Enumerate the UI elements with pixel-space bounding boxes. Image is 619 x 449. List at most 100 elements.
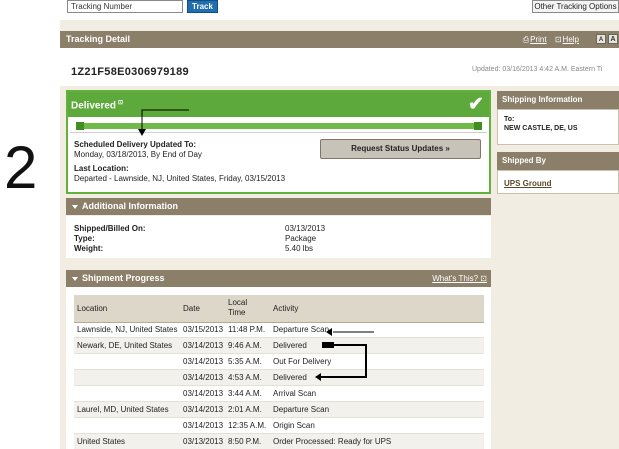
cell-local-time: 3:44 A.M. <box>225 385 270 402</box>
divider <box>70 132 487 133</box>
table-row: United States 03/13/2013 8:50 P.M. Order Pr… <box>74 433 484 449</box>
whats-this-label: What's This? <box>432 274 479 283</box>
delivered-status-title: Delivered ⊡ <box>71 99 123 111</box>
check-icon: ✔ <box>468 94 484 115</box>
cell-date: 03/14/2013 <box>180 337 225 355</box>
header-links: ⎙Print ⊡Help <box>519 31 579 48</box>
shipment-progress-header[interactable]: Shipment Progress What's This? ⊡ <box>66 270 491 287</box>
table-row: Lawnside, NJ, United States 03/15/2013 11:… <box>74 322 484 339</box>
column-header-date: Date <box>180 295 225 323</box>
other-tracking-options-button[interactable]: Other Tracking Options <box>532 0 619 13</box>
print-link[interactable]: Print <box>530 35 546 44</box>
shipped-by-header: Shipped By <box>497 152 619 170</box>
shipment-progress-title: Shipment Progress <box>82 273 165 283</box>
additional-information-header[interactable]: Additional Information <box>66 198 491 215</box>
column-header-activity: Activity <box>270 295 484 323</box>
progress-start-marker <box>76 122 84 130</box>
scheduled-delivery-label: Scheduled Delivery Updated To: <box>74 140 197 149</box>
weight-label: Weight: <box>74 244 104 253</box>
cell-date: 03/15/2013 <box>180 322 225 339</box>
cell-location <box>74 417 180 434</box>
cell-local-time: 9:46 A.M. <box>225 337 270 355</box>
shipment-progress-panel: Location Date Local Time Activity Lawnsi… <box>66 287 491 449</box>
cell-date: 03/14/2013 <box>180 401 225 418</box>
cell-date: 03/14/2013 <box>180 417 225 434</box>
cell-local-time: 12:35 A.M. <box>225 417 270 434</box>
tracking-detail-header: Tracking Detail ⎙Print ⊡Help A A <box>60 31 619 48</box>
cell-activity: Departure Scan <box>270 401 484 418</box>
cell-activity: Out For Delivery <box>270 353 484 371</box>
shipment-progress-rows: Lawnside, NJ, United States 03/15/2013 11:… <box>74 322 484 449</box>
cell-activity: Delivered <box>270 369 484 387</box>
cell-activity: Origin Scan <box>270 417 484 434</box>
column-header-local-time: Local Time <box>225 295 270 323</box>
cell-location: United States <box>74 433 180 449</box>
table-row: Laurel, MD, United States 03/14/2013 2:01 … <box>74 401 484 418</box>
updated-timestamp: Updated: 03/16/2013 4:42 A.M. Eastern Ti <box>472 66 603 73</box>
collapse-triangle-icon <box>72 276 78 281</box>
cell-local-time: 11:48 P.M. <box>225 322 270 339</box>
cell-activity: Arrival Scan <box>270 385 484 402</box>
weight-value: 5.40 lbs <box>285 244 314 253</box>
cell-local-time: 5:35 A.M. <box>225 353 270 371</box>
cell-date: 03/14/2013 <box>180 385 225 402</box>
shipment-progress-table: Location Date Local Time Activity Lawnsi… <box>74 295 484 449</box>
scheduled-delivery-value: Monday, 03/18/2013, By End of Day <box>74 150 202 159</box>
delivered-status-bar: Delivered ⊡ ✔ <box>68 92 489 117</box>
table-row: 03/14/2013 3:44 A.M. Arrival Scan <box>74 385 484 402</box>
last-location-label: Last Location: <box>74 164 129 173</box>
cell-location: Newark, DE, United States <box>74 337 180 355</box>
text-size-large-button[interactable]: A <box>608 34 618 44</box>
type-value: Package <box>285 234 317 243</box>
print-icon: ⎙ <box>522 35 530 44</box>
last-location-value: Departed - Lawnside, NJ, United States, … <box>74 174 286 183</box>
info-icon[interactable]: ⊡ <box>118 100 123 106</box>
shipped-billed-value: 03/13/2013 <box>285 224 326 233</box>
cell-local-time: 4:53 A.M. <box>225 369 270 387</box>
ship-to-address: NEW CASTLE, DE, US <box>504 125 578 132</box>
table-header-row: Location Date Local Time Activity <box>74 295 484 323</box>
cell-activity: Order Processed: Ready for UPS <box>270 433 484 449</box>
cell-local-time: 2:01 A.M. <box>225 401 270 418</box>
ship-to-label: To: <box>504 116 515 123</box>
table-row: 03/14/2013 4:53 A.M. Delivered <box>74 369 484 387</box>
cell-date: 03/13/2013 <box>180 433 225 449</box>
cell-activity: Delivered <box>270 337 484 355</box>
text-size-small-button[interactable]: A <box>596 34 606 44</box>
tracking-number-input[interactable] <box>67 0 183 13</box>
tracking-detail-title: Tracking Detail <box>66 34 131 44</box>
cell-location <box>74 385 180 402</box>
table-row: 03/14/2013 5:35 A.M. Out For Delivery <box>74 353 484 371</box>
cell-location <box>74 369 180 387</box>
cell-location <box>74 353 180 371</box>
request-status-updates-button[interactable]: Request Status Updates » <box>320 139 481 159</box>
table-row: Newark, DE, United States 03/14/2013 9:46 … <box>74 337 484 355</box>
progress-end-marker <box>474 122 482 130</box>
annotation-number: 2 <box>4 134 38 201</box>
top-bar: Track Other Tracking Options <box>0 0 619 16</box>
cell-location: Lawnside, NJ, United States <box>74 322 180 339</box>
tracking-number: 1Z21F58E0306979189 <box>71 66 189 78</box>
shipped-by-link[interactable]: UPS Ground <box>504 179 552 188</box>
help-icon: ⊡ <box>554 35 562 44</box>
local-time-label: Local Time <box>228 298 248 318</box>
delivery-progress-bar <box>76 123 482 129</box>
delivered-label: Delivered <box>71 100 117 112</box>
additional-information-panel: Shipped/Billed On: 03/13/2013 Type: Pack… <box>66 216 491 258</box>
cell-date: 03/14/2013 <box>180 369 225 387</box>
additional-information-title: Additional Information <box>82 201 178 211</box>
collapse-triangle-icon <box>72 204 78 209</box>
table-row: 03/14/2013 12:35 A.M. Origin Scan <box>74 417 484 434</box>
help-link[interactable]: Help <box>563 35 579 44</box>
type-label: Type: <box>74 234 95 243</box>
cell-date: 03/14/2013 <box>180 353 225 371</box>
shipping-information-header: Shipping Information <box>497 91 619 109</box>
cell-location: Laurel, MD, United States <box>74 401 180 418</box>
column-header-location: Location <box>74 295 180 323</box>
shipped-by-panel: UPS Ground <box>497 170 619 194</box>
cell-local-time: 8:50 P.M. <box>225 433 270 449</box>
shipped-billed-label: Shipped/Billed On: <box>74 224 146 233</box>
track-button[interactable]: Track <box>187 0 218 13</box>
whats-this-link[interactable]: What's This? ⊡ <box>432 270 487 287</box>
delivery-status-box: Delivered ⊡ ✔ Scheduled Delivery Updated … <box>66 90 491 194</box>
